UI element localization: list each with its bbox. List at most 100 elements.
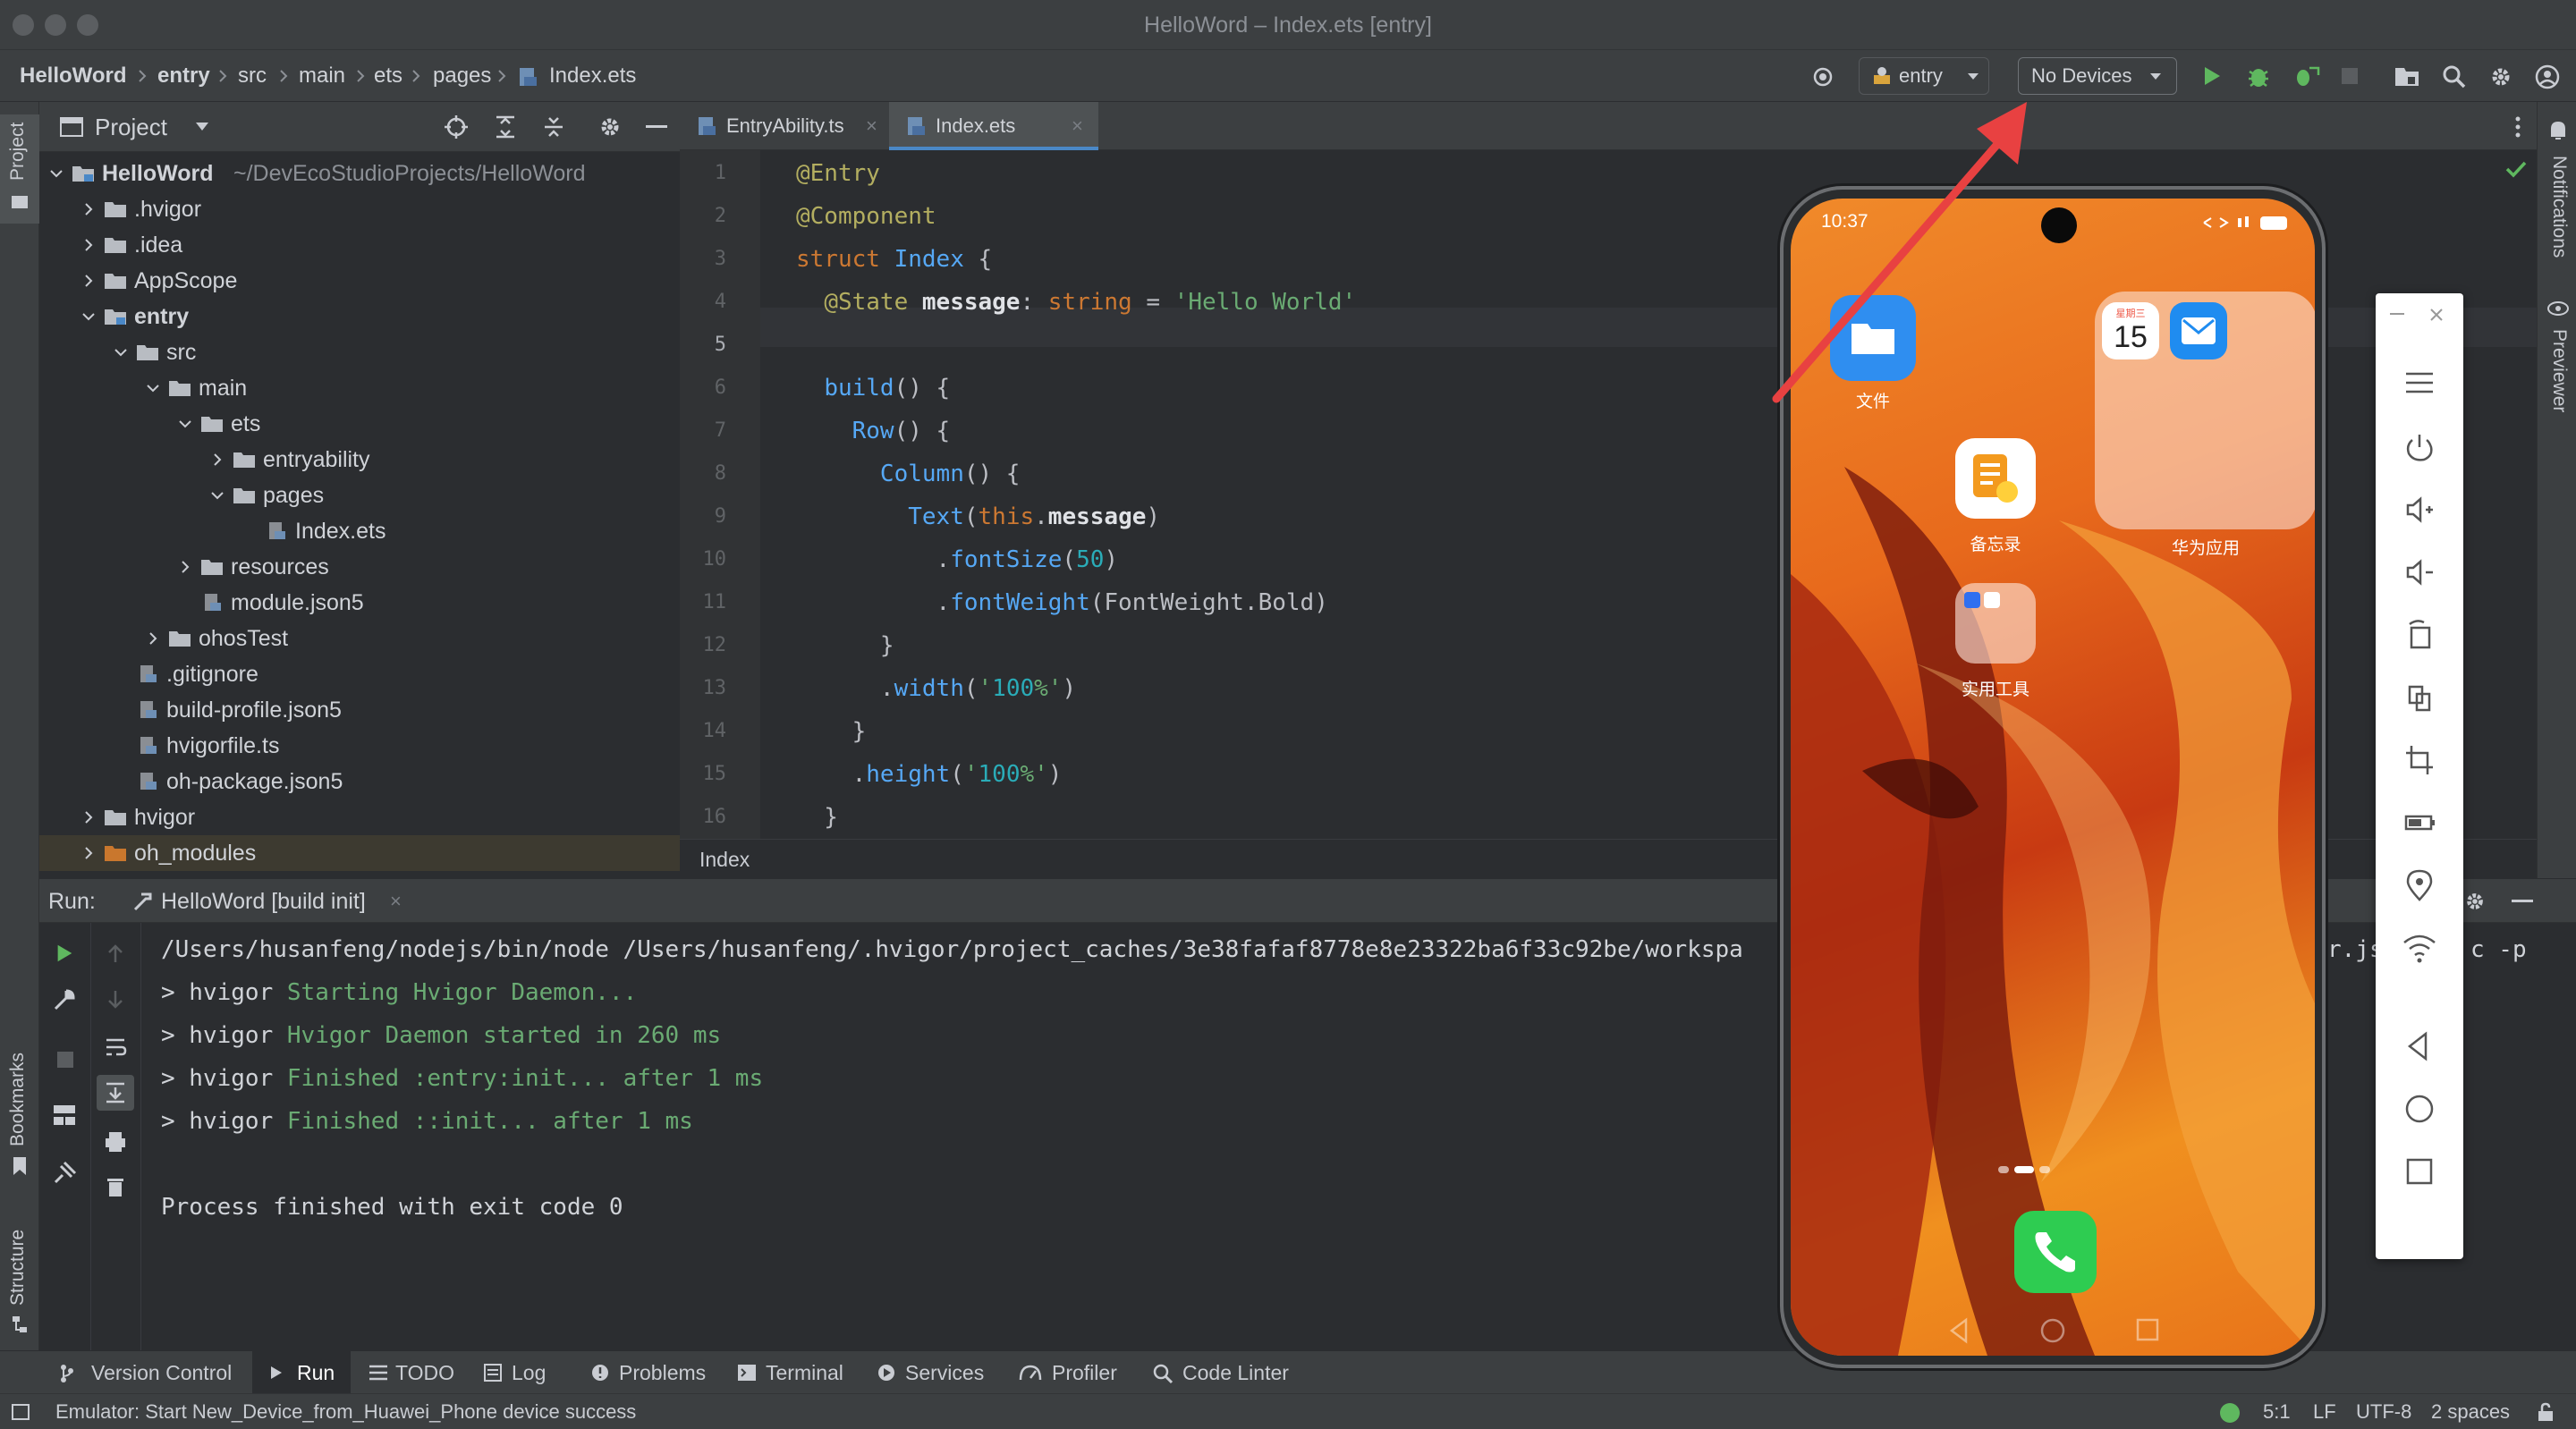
app-notes[interactable] [1955,438,2036,519]
hide-panel-icon[interactable] [2512,900,2533,903]
chevron-right-icon[interactable] [82,275,95,287]
tool-problems[interactable]: Problems [590,1351,706,1394]
tree-item[interactable]: ohosTest [39,621,680,656]
indent-setting[interactable]: 2 spaces [2431,1394,2510,1429]
attach-debugger-icon[interactable] [2292,63,2320,89]
tree-item[interactable]: resources [39,549,680,585]
scroll-to-end-button[interactable] [97,1075,134,1111]
layout-icon[interactable] [52,1103,77,1127]
chevron-right-icon[interactable] [211,453,224,466]
tree-item[interactable]: HelloWord ~/DevEcoStudioProjects/HelloWor… [39,156,680,191]
app-phone[interactable] [2014,1211,2097,1293]
folder-tools[interactable] [1955,583,2036,664]
power-icon[interactable] [2397,429,2442,465]
arrow-up-icon[interactable] [106,943,125,964]
rerun-icon[interactable] [54,943,75,964]
back-triangle-icon[interactable] [2397,1028,2442,1064]
tool-todo[interactable]: TODO [369,1351,454,1394]
tree-item[interactable]: AppScope [39,263,680,299]
device-manager-icon[interactable] [1810,64,1835,89]
tree-item[interactable]: main [39,370,680,406]
debug-icon[interactable] [2245,63,2272,89]
chevron-down-icon[interactable] [211,489,224,502]
more-options-icon[interactable] [2513,114,2522,140]
settings-gear-icon[interactable] [597,114,623,140]
tree-item[interactable]: .gitignore [39,656,680,692]
breadcrumb-pages[interactable]: pages [433,50,491,102]
location-pin-icon[interactable] [2397,867,2442,903]
run-icon[interactable] [2200,64,2224,88]
close-tab-icon[interactable]: × [390,879,402,924]
volume-up-icon[interactable] [2397,492,2442,528]
tree-item[interactable]: Index.ets [39,513,680,549]
previewer-strip-label[interactable]: Previewer [2548,329,2570,412]
toggle-tool-windows-icon[interactable] [11,1403,30,1421]
tree-item[interactable]: oh_modules [39,835,680,871]
rotate-icon[interactable] [2397,617,2442,653]
soft-wrap-icon[interactable] [104,1036,127,1059]
volume-down-icon[interactable] [2397,554,2442,590]
chevron-right-icon[interactable] [82,203,95,216]
settings-gear-icon[interactable] [2463,890,2487,913]
structure-strip-label[interactable]: Structure [7,1230,29,1306]
chevron-down-icon[interactable] [147,382,159,394]
chevron-down-icon[interactable] [82,310,95,323]
status-message[interactable]: Emulator: Start New_Device_from_Huawei_P… [55,1394,636,1429]
close-tab-icon[interactable]: × [1072,102,1083,150]
collapse-all-icon[interactable] [542,114,565,140]
project-panel-title[interactable]: Project [95,102,167,152]
breadcrumb-ets[interactable]: ets [374,50,402,102]
breadcrumb-main[interactable]: main [299,50,345,102]
file-encoding[interactable]: UTF-8 [2356,1394,2411,1429]
run-tab[interactable]: HelloWord [build init] [161,879,366,924]
trash-icon[interactable] [106,1175,125,1198]
settings-gear-icon[interactable] [2488,64,2513,89]
chevron-right-icon[interactable] [82,239,95,251]
recents-square-icon[interactable] [2397,1154,2442,1189]
status-ok-indicator[interactable] [2220,1403,2240,1423]
tree-item[interactable]: build-profile.json5 [39,692,680,728]
tree-item[interactable]: .idea [39,227,680,263]
tree-item[interactable]: .hvigor [39,191,680,227]
battery-icon[interactable] [2397,805,2442,841]
chevron-right-icon[interactable] [82,847,95,859]
line-separator[interactable]: LF [2313,1394,2336,1429]
screenshot-crop-icon[interactable] [2397,742,2442,778]
notifications-strip-label[interactable]: Notifications [2548,156,2570,258]
tab-entryability[interactable]: EntryAbility.ts × [680,102,889,150]
chevron-right-icon[interactable] [147,632,159,645]
bookmarks-strip-label[interactable]: Bookmarks [7,1053,29,1146]
tree-item[interactable]: oh-package.json5 [39,764,680,799]
arrow-down-icon[interactable] [106,989,125,1010]
chevron-down-icon[interactable] [114,346,127,359]
expand-all-icon[interactable] [494,114,517,140]
tree-item[interactable]: entry [39,299,680,334]
close-tab-icon[interactable]: × [866,102,877,150]
breadcrumb-entry[interactable]: entry [157,50,210,102]
breadcrumb-file[interactable]: Index.ets [549,50,636,102]
chevron-right-icon[interactable] [82,811,95,824]
tree-item[interactable]: module.json5 [39,585,680,621]
tree-item[interactable]: src [39,334,680,370]
stop-icon[interactable] [2340,66,2360,86]
caret-position[interactable]: 5:1 [2263,1394,2291,1429]
print-icon[interactable] [104,1130,127,1154]
home-circle-icon[interactable] [2397,1091,2442,1127]
project-structure-icon[interactable] [2394,64,2420,89]
stop-icon[interactable] [55,1050,75,1070]
chevron-down-icon[interactable] [50,167,63,180]
tool-terminal[interactable]: Terminal [737,1351,843,1394]
tool-run[interactable]: Run [252,1351,352,1394]
breadcrumb-project[interactable]: HelloWord [20,50,127,102]
chevron-down-icon[interactable] [179,418,191,430]
structure-crumb[interactable]: Index [699,840,750,879]
close-icon[interactable] [2429,308,2444,322]
breadcrumb-src[interactable]: src [238,50,267,102]
chevron-right-icon[interactable] [179,561,191,573]
chevron-down-icon[interactable] [195,122,209,132]
hide-panel-icon[interactable] [646,125,667,129]
tab-index[interactable]: Index.ets × [889,102,1098,150]
folder-huawei-apps[interactable]: 星期三 15 [2095,292,2315,529]
menu-icon[interactable] [2397,365,2442,401]
search-icon[interactable] [2442,64,2467,89]
